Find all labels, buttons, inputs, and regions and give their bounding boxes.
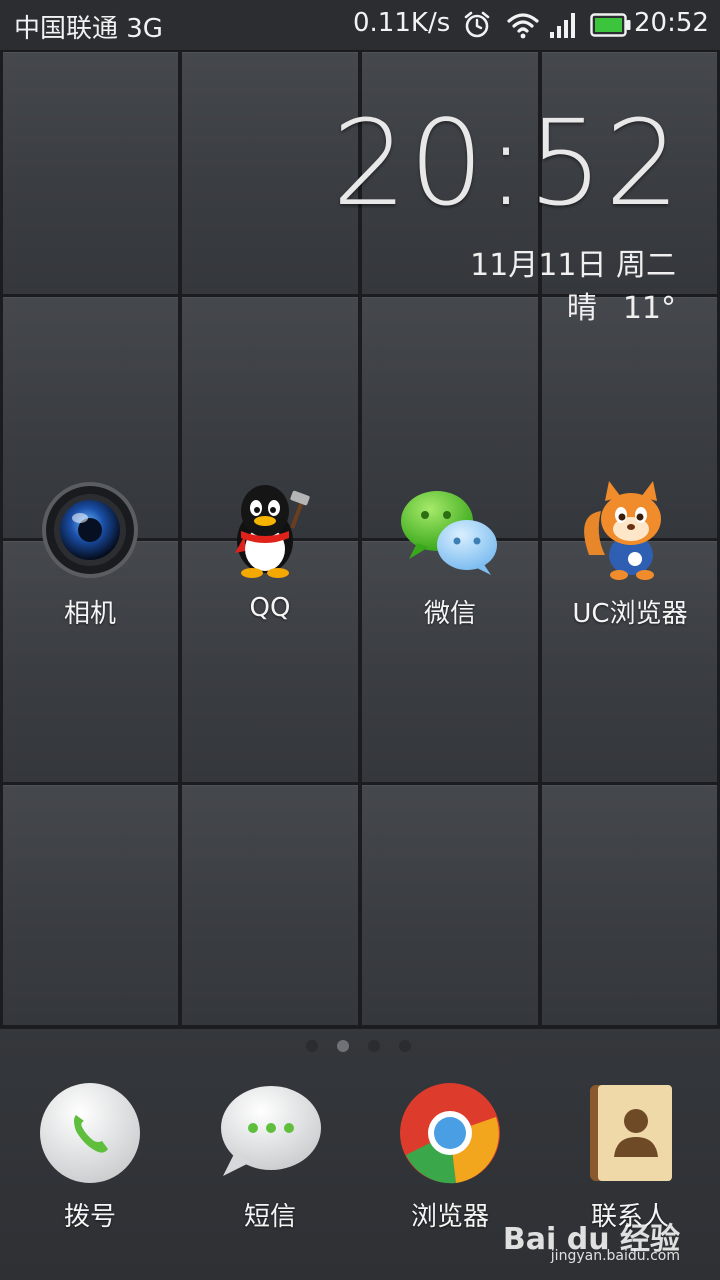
page-dot-active[interactable] (337, 1040, 349, 1052)
camera-icon (42, 482, 138, 578)
wallpaper-tile (542, 785, 717, 1025)
app-qq[interactable]: QQ (180, 475, 360, 623)
phone-icon (40, 1083, 140, 1183)
app-label: 短信 (243, 1202, 296, 1232)
contacts-icon (590, 1085, 672, 1181)
app-label: 拨号 (63, 1202, 116, 1232)
wallpaper-tile (182, 785, 358, 1025)
app-label: UC浏览器 (572, 599, 688, 629)
app-uc-browser[interactable]: UC浏览器 (540, 475, 720, 630)
wechat-icon (401, 491, 497, 575)
page-dot[interactable] (399, 1040, 411, 1052)
battery-icon (590, 13, 631, 37)
clock-time: 20:52 (331, 94, 682, 232)
dock-contacts[interactable]: 联系人 (540, 1078, 720, 1233)
wifi-icon (507, 13, 539, 39)
page-indicator[interactable] (0, 1040, 720, 1054)
app-label: 相机 (63, 599, 116, 629)
browser-icon (400, 1083, 500, 1184)
watermark-url: jingyan.baidu.com (550, 1248, 680, 1264)
weather-temperature: 11° (622, 291, 676, 326)
qq-penguin-icon (235, 485, 310, 578)
alarm-icon (464, 11, 490, 38)
wallpaper-tile (3, 785, 178, 1025)
message-icon (221, 1086, 321, 1176)
clock-date: 11月11日 周二 (470, 248, 676, 283)
dock-messages[interactable]: 短信 (180, 1078, 360, 1233)
status-time: 20:52 (634, 8, 709, 38)
signal-icon (550, 13, 575, 38)
carrier-label: 中国联通 3G (14, 14, 163, 44)
network-speed: 0.11K/s (353, 8, 451, 38)
battery-level (595, 18, 622, 32)
app-label: QQ (249, 593, 291, 623)
weather-condition: 晴 (566, 291, 597, 326)
page-dot[interactable] (306, 1040, 318, 1052)
app-camera[interactable]: 相机 (0, 475, 180, 630)
app-wechat[interactable]: 微信 (360, 475, 540, 630)
page-dot[interactable] (368, 1040, 380, 1052)
dock-phone[interactable]: 拨号 (0, 1078, 180, 1233)
uc-squirrel-icon (584, 481, 661, 580)
dock-browser[interactable]: 浏览器 (360, 1078, 540, 1233)
status-bar[interactable]: 中国联通 3G 0.11K/s 20:52 (0, 0, 720, 51)
clock-weather: 晴 11° (567, 283, 676, 327)
wallpaper-tile (362, 785, 538, 1025)
wallpaper-tile (3, 52, 178, 294)
app-label: 微信 (423, 599, 476, 629)
